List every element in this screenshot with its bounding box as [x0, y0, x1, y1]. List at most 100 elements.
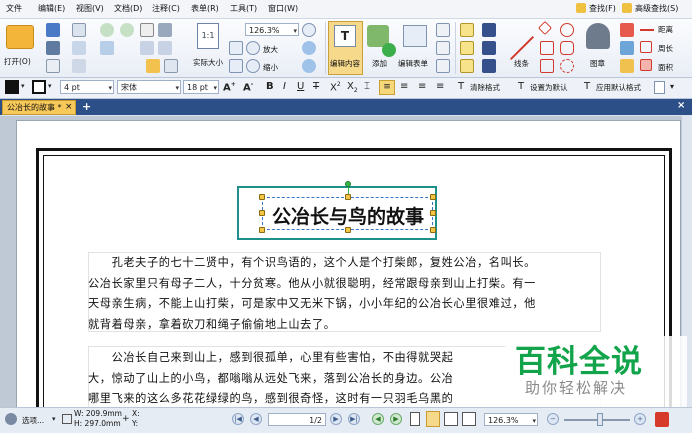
email-icon[interactable]: [72, 23, 86, 37]
set-default-icon[interactable]: T: [518, 81, 524, 92]
apply-default-icon[interactable]: T: [584, 81, 590, 92]
justify-icon[interactable]: ≡: [436, 81, 444, 92]
print-icon[interactable]: [46, 41, 60, 55]
gear-icon[interactable]: [5, 413, 17, 425]
zoom-out-button[interactable]: −: [547, 413, 559, 425]
page-settings-icon[interactable]: [654, 81, 665, 94]
new-document-icon[interactable]: [46, 59, 60, 73]
continuous-facing-icon[interactable]: [462, 412, 476, 426]
advanced-find-button[interactable]: 高级查找(S): [635, 3, 678, 14]
subscript-icon[interactable]: X2: [347, 81, 358, 94]
close-window-icon[interactable]: ×: [677, 100, 685, 111]
forward-icon[interactable]: [120, 23, 134, 37]
polygon-icon[interactable]: [560, 41, 574, 55]
clear-format-button[interactable]: 清除格式: [470, 82, 500, 93]
chevron-down-icon[interactable]: ▾: [48, 82, 52, 90]
new-tab-icon[interactable]: +: [82, 100, 91, 113]
chevron-down-icon[interactable]: ▾: [670, 82, 674, 91]
rotation-handle[interactable]: [345, 181, 351, 187]
distance-label[interactable]: 距离: [658, 24, 673, 35]
previous-page-button[interactable]: ◀: [250, 413, 262, 425]
cursor-icon[interactable]: ⌶: [364, 81, 370, 92]
attachment-icon[interactable]: [482, 41, 496, 55]
note-icon[interactable]: [620, 59, 634, 73]
highlight-icon[interactable]: [620, 41, 634, 55]
page-number-input[interactable]: 1/2: [268, 413, 326, 426]
actual-size-label[interactable]: 实际大小: [193, 57, 223, 68]
eraser-icon[interactable]: [620, 23, 634, 37]
forward-view-button[interactable]: ▶: [390, 413, 402, 425]
resize-handle[interactable]: [345, 227, 351, 233]
ellipse-icon[interactable]: [560, 23, 574, 37]
paragraph-1[interactable]: 孔老夫子的七十二贤中，有个识鸟语的，这个人是个打柴郎，复姓公冶，名叫长。 公冶长…: [88, 253, 598, 335]
set-default-button[interactable]: 设置为默认: [530, 82, 568, 93]
font-size-select[interactable]: 18 pt ▾: [183, 80, 219, 94]
chevron-down-icon[interactable]: ▾: [52, 415, 56, 423]
rotate-icon[interactable]: [302, 41, 316, 55]
find-button[interactable]: 查找(F): [589, 3, 616, 14]
menu-form[interactable]: 表单(R): [191, 3, 219, 14]
edit-form-icon[interactable]: [403, 25, 427, 47]
menu-comment[interactable]: 注释(C): [152, 3, 180, 14]
chevron-down-icon[interactable]: ▾: [21, 82, 25, 90]
zoom-select[interactable]: 126.3% ▾: [245, 23, 299, 36]
resize-handle[interactable]: [259, 227, 265, 233]
strikethrough-icon[interactable]: T: [313, 81, 319, 92]
back-icon[interactable]: [100, 23, 114, 37]
border-color-swatch[interactable]: [32, 80, 46, 94]
line-icon[interactable]: [509, 35, 535, 61]
save-icon[interactable]: [46, 23, 60, 37]
pencil-icon[interactable]: [482, 23, 496, 37]
superscript-icon[interactable]: X2: [330, 81, 341, 93]
resize-handle[interactable]: [430, 210, 436, 216]
edit-form-label[interactable]: 编辑表单: [398, 58, 428, 69]
undo-icon[interactable]: [72, 41, 86, 55]
continuous-page-icon[interactable]: [426, 411, 440, 427]
zoom-out-icon[interactable]: [246, 59, 260, 73]
zoom-in-button[interactable]: +: [634, 413, 646, 425]
perimeter-icon[interactable]: [640, 41, 652, 53]
add-plus-icon[interactable]: [382, 43, 396, 57]
marquee-icon[interactable]: [146, 59, 160, 73]
menu-tools[interactable]: 工具(T): [230, 3, 257, 14]
decrease-font-icon[interactable]: A-: [243, 81, 253, 93]
options-button[interactable]: 选项...: [22, 415, 44, 426]
select-text-icon[interactable]: [140, 41, 154, 55]
resize-handle[interactable]: [430, 194, 436, 200]
actual-size-icon[interactable]: 1:1: [197, 23, 219, 49]
line-label[interactable]: 线条: [514, 58, 529, 69]
text-field-icon[interactable]: [436, 23, 450, 37]
cloud-icon[interactable]: [560, 59, 574, 73]
align-center-icon[interactable]: ≡: [400, 81, 408, 92]
polyline-icon[interactable]: [540, 41, 554, 55]
hand-tool-icon[interactable]: [140, 23, 154, 37]
menu-edit[interactable]: 编辑(E): [38, 3, 65, 14]
stamp-label[interactable]: 图章: [590, 58, 605, 69]
snapshot-icon[interactable]: [158, 23, 172, 37]
resize-handle[interactable]: [430, 227, 436, 233]
textbox-icon[interactable]: [460, 41, 474, 55]
redo-icon[interactable]: [72, 59, 86, 73]
bold-icon[interactable]: B: [266, 81, 274, 92]
resize-handle[interactable]: [259, 210, 265, 216]
menu-window[interactable]: 窗口(W): [268, 3, 298, 14]
page-icon[interactable]: [164, 59, 178, 73]
area-label[interactable]: 面积: [658, 62, 673, 73]
increase-font-icon[interactable]: A+: [223, 81, 236, 93]
menu-view[interactable]: 视图(V): [76, 3, 104, 14]
italic-icon[interactable]: I: [283, 81, 286, 92]
font-name-select[interactable]: 宋体 ▾: [117, 80, 181, 94]
list-box-icon[interactable]: [436, 59, 450, 73]
rectangle-icon[interactable]: [540, 59, 554, 73]
open-button-label[interactable]: 打开(O): [4, 56, 31, 67]
fill-color-swatch[interactable]: [5, 80, 19, 94]
menu-file[interactable]: 文件: [6, 3, 22, 14]
zoom-slider-thumb[interactable]: [597, 413, 603, 426]
close-tab-icon[interactable]: ×: [65, 101, 73, 114]
typewriter-icon[interactable]: [460, 23, 474, 37]
add-label[interactable]: 添加: [372, 58, 387, 69]
last-page-button[interactable]: ▶|: [348, 413, 360, 425]
resize-handle[interactable]: [259, 194, 265, 200]
fit-width-icon[interactable]: [229, 59, 243, 73]
zoom-search-icon[interactable]: [302, 23, 316, 37]
